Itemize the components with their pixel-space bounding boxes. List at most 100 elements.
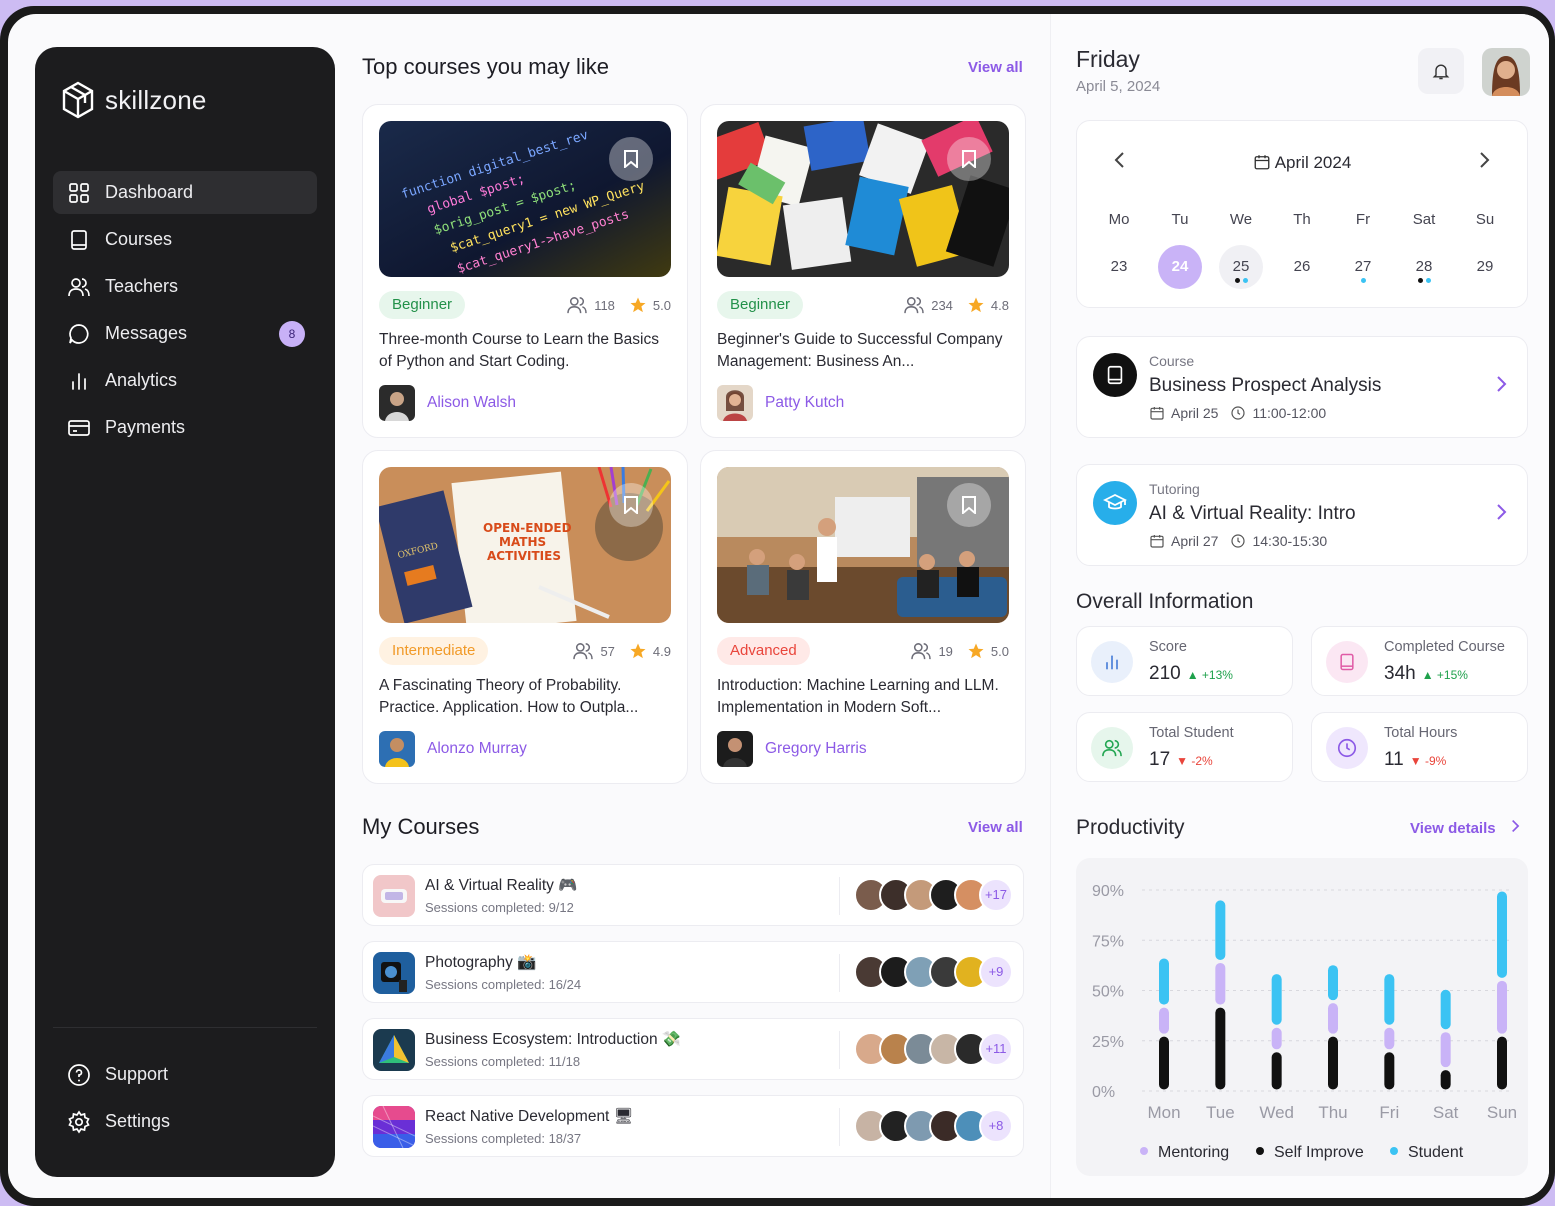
course-thumbnail — [373, 875, 415, 917]
chat-icon — [69, 323, 89, 344]
event-time: 14:30-15:30 — [1252, 533, 1328, 549]
stat-value: 17 ▼ -2% — [1149, 749, 1213, 771]
bookmark-button[interactable] — [947, 137, 991, 181]
book-icon — [1093, 353, 1137, 397]
chevron-right-icon — [1511, 819, 1520, 833]
bar-segment — [1328, 965, 1338, 1001]
bar-segment — [1384, 1052, 1395, 1090]
nav-teachers[interactable]: Teachers — [53, 265, 317, 308]
participant-avatars[interactable]: +11 — [854, 1032, 1013, 1066]
stat-delta: ▼ -9% — [1409, 754, 1447, 768]
calendar-icon — [1150, 535, 1164, 548]
course-title: Introduction: Machine Learning and LLM. … — [717, 677, 999, 716]
my-courses-view-all-link[interactable]: View all — [968, 819, 1023, 836]
divider — [839, 954, 840, 992]
sessions-completed: Sessions completed: 16/24 — [425, 977, 582, 992]
author-name: Gregory Harris — [765, 740, 867, 757]
nav-payments[interactable]: Payments — [53, 406, 317, 449]
brand-logo[interactable]: skillzone — [61, 81, 207, 119]
bar-segment — [1159, 958, 1169, 1005]
course-stats: 57 4.9 — [572, 642, 671, 660]
overall-info-title: Overall Information — [1076, 590, 1254, 613]
calendar-month-label: April 2024 — [1274, 153, 1352, 172]
bar-chart-icon — [72, 372, 86, 390]
nav-analytics[interactable]: Analytics — [53, 359, 317, 402]
bookmark-button[interactable] — [609, 137, 653, 181]
clock-icon — [1231, 406, 1246, 420]
rating: 4.9 — [652, 643, 671, 659]
device-frame: skillzone Dashboard Courses Teachers Mes… — [0, 6, 1555, 1206]
nav-settings[interactable]: Settings — [53, 1100, 317, 1143]
chevron-right-icon[interactable] — [1495, 503, 1507, 527]
users-icon — [68, 277, 90, 296]
legend-label: Student — [1408, 1144, 1464, 1161]
course-author[interactable]: Gregory Harris — [717, 731, 867, 767]
y-tick-label: 0% — [1092, 1084, 1115, 1101]
bookmark-button[interactable] — [609, 483, 653, 527]
participant-avatars[interactable]: +8 — [854, 1109, 1013, 1143]
calendar-next-button[interactable] — [1477, 151, 1491, 175]
calendar-icon — [1254, 155, 1270, 170]
top-courses-view-all-link[interactable]: View all — [968, 59, 1023, 76]
student-count: 19 — [938, 643, 953, 659]
stat-label: Total Hours — [1384, 725, 1458, 741]
event-title: AI & Virtual Reality: Intro — [1149, 503, 1356, 524]
stat-number: 34h — [1384, 663, 1416, 684]
x-tick-label: Thu — [1318, 1103, 1347, 1122]
calendar-day[interactable]: 26 — [1280, 245, 1324, 289]
bar-segment — [1328, 1003, 1338, 1034]
course-author[interactable]: Alonzo Murray — [379, 731, 527, 767]
my-course-row[interactable]: Business Ecosystem: Introduction 💸 Sessi… — [362, 1018, 1024, 1080]
course-card-python[interactable]: function digital_best_rev global $post; … — [362, 104, 688, 438]
stat-delta-value: +13% — [1201, 668, 1233, 682]
nav-messages[interactable]: Messages 8 — [53, 312, 317, 355]
chevron-right-icon[interactable] — [1495, 375, 1507, 399]
course-author[interactable]: Alison Walsh — [379, 385, 516, 421]
bookmark-icon — [962, 496, 976, 514]
y-tick-label: 75% — [1092, 933, 1124, 950]
avatar — [717, 385, 753, 421]
my-course-row[interactable]: Photography 📸 Sessions completed: 16/24 … — [362, 941, 1024, 1003]
event-dots — [1418, 278, 1431, 283]
course-card-machine-learning[interactable]: Advanced 19 5.0 Introduction: Machine Le… — [700, 450, 1026, 784]
participant-avatars[interactable]: +9 — [854, 955, 1013, 989]
calendar-month[interactable]: April 2024 — [1077, 153, 1527, 173]
rating: 5.0 — [990, 643, 1009, 659]
nav-messages-label: Messages — [105, 323, 188, 343]
nav-courses[interactable]: Courses — [53, 218, 317, 261]
stat-total-hours: Total Hours 11 ▼ -9% — [1311, 712, 1528, 782]
y-tick-label: 50% — [1092, 984, 1124, 1001]
calendar-day[interactable]: 29 — [1463, 245, 1507, 289]
nav-dashboard[interactable]: Dashboard — [53, 171, 317, 214]
course-thumbnail — [373, 1106, 415, 1148]
course-author[interactable]: Patty Kutch — [717, 385, 844, 421]
card-icon — [68, 419, 90, 436]
notifications-button[interactable] — [1418, 48, 1464, 94]
avatar — [379, 385, 415, 421]
bar-segment — [1440, 989, 1451, 1030]
nav-support[interactable]: Support — [53, 1053, 317, 1096]
weekday-label: Tu — [1171, 211, 1189, 228]
calendar-day[interactable]: 23 — [1097, 245, 1141, 289]
event-card-course[interactable]: Course Business Prospect Analysis April … — [1076, 336, 1528, 438]
course-card-probability[interactable]: OPEN-ENDED MATHS ACTIVITIES OXFORD Inter… — [362, 450, 688, 784]
user-avatar[interactable] — [1482, 48, 1530, 96]
bookmark-button[interactable] — [947, 483, 991, 527]
course-card-management[interactable]: Beginner 234 4.8 Beginner's Guide to Suc… — [700, 104, 1026, 438]
book-icon — [1326, 641, 1368, 683]
more-participants-count: +11 — [979, 1032, 1013, 1066]
bar-segment — [1159, 1036, 1169, 1090]
student-count: 118 — [594, 297, 615, 313]
bar-segment — [1215, 900, 1226, 960]
calendar-day-selected[interactable]: 24 — [1158, 245, 1202, 289]
course-stats: 234 4.8 — [903, 296, 1009, 314]
my-course-row[interactable]: React Native Development 🖥 Sessions comp… — [362, 1095, 1024, 1157]
participant-avatars[interactable]: +17 — [854, 878, 1013, 912]
event-card-tutoring[interactable]: Tutoring AI & Virtual Reality: Intro Apr… — [1076, 464, 1528, 566]
bar-segment — [1384, 1027, 1395, 1050]
event-meta: April 25 11:00-12:00 — [1149, 405, 1326, 421]
my-course-row[interactable]: AI & Virtual Reality 🎮 Sessions complete… — [362, 864, 1024, 926]
view-details-link[interactable]: View details — [1410, 819, 1520, 837]
event-dots — [1361, 278, 1366, 283]
stat-value: 34h ▲ +15% — [1384, 663, 1468, 685]
